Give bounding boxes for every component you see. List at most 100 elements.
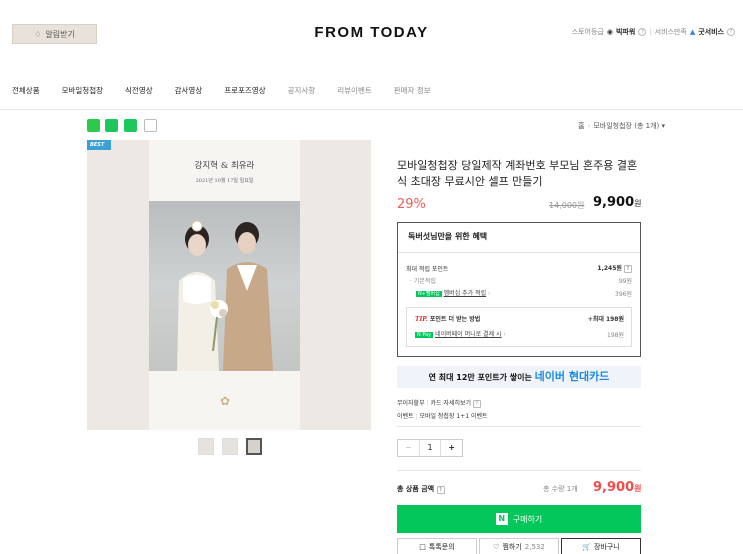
cart-icon: 🛒 [582, 543, 591, 551]
card-promo-highlight: 네이버 현대카드 [534, 370, 610, 383]
basic-points-label-text: 기본적립 [413, 278, 436, 285]
npay-points-value: 198원 [607, 332, 624, 339]
event-value[interactable]: 모바일 청첩장 1+1 이벤트 [419, 413, 487, 420]
max-points-label: 최대 적립 포인트 [406, 266, 449, 273]
nav-divider [0, 109, 743, 110]
basic-points-value: 99원 [618, 278, 632, 285]
event-row: 이벤트 | 모바일 청첩장 1+1 이벤트 [397, 413, 488, 420]
flower-icon: ✿ [220, 394, 231, 408]
chevron-down-icon[interactable]: ▾ [661, 122, 665, 130]
interest-free-label: 무이자할부 [397, 400, 425, 407]
cart-button[interactable]: 🛒 장바구니 [561, 538, 641, 554]
heart-icon: ♡ [493, 543, 500, 551]
discount-rate: 29% [397, 197, 426, 212]
wish-count: 2,532 [524, 543, 545, 551]
quantity-plus-button[interactable]: + [441, 440, 462, 456]
sale-price: 9,900원 [593, 195, 642, 210]
original-price: 14,000원 [549, 201, 585, 210]
store-grade-label: 스토어등급 [571, 28, 604, 36]
naver-pay-icon: N [495, 513, 508, 525]
service-value: 굿서비스 [698, 28, 724, 36]
quantity-stepper: − 1 + [397, 439, 463, 457]
section-divider [397, 426, 641, 427]
talk-share-icon[interactable] [87, 119, 100, 132]
blog-share-icon[interactable] [105, 119, 118, 132]
card-couple-names: 강지혁 & 최유라 [194, 161, 255, 171]
card-detail-link[interactable]: 카드 자세히보기 [430, 400, 471, 407]
help-icon[interactable]: ? [624, 265, 632, 273]
tip-title: TIP. 포인트 더 받는 방법 [415, 314, 480, 323]
thumbnail-strip [198, 438, 262, 455]
best-badge: BEST [87, 140, 111, 150]
buy-label: 구매하기 [512, 514, 543, 524]
wish-label: 찜하기 [502, 543, 522, 551]
benefit-title: 독버섯님만을 위한 혜택 [408, 232, 488, 241]
trophy-icon: ◉ [606, 28, 613, 36]
sale-price-value: 9,900 [593, 195, 635, 210]
thumbnail-2[interactable] [222, 438, 238, 455]
category-nav: 전체상품 모바일청첩장 식전영상 감사영상 프로포즈영상 공지사항 리뷰이벤트 … [12, 85, 453, 96]
talk-inquiry-button[interactable]: □ 톡톡문의 [397, 538, 477, 554]
nav-item-review-event[interactable]: 리뷰이벤트 [337, 85, 372, 96]
share-icon[interactable] [144, 119, 157, 132]
store-grade-value: 빅파워 [615, 28, 636, 36]
section-divider [397, 470, 641, 471]
thumbs-up-icon: ▲ [689, 28, 696, 36]
nav-item-seller-info[interactable]: 판매자 정보 [394, 85, 431, 96]
membership-points-value: 396원 [615, 291, 632, 298]
cart-label: 장바구니 [593, 543, 620, 551]
help-icon[interactable]: ? [727, 28, 735, 36]
thumbnail-3-selected[interactable] [246, 438, 262, 455]
nav-item-proposal-video[interactable]: 프로포즈영상 [224, 85, 265, 96]
npay-badge: N Pay [415, 332, 434, 338]
interest-free-row: 무이자할부 | 카드 자세히보기 ? [397, 398, 481, 408]
total-count: 총 수량 1개 [543, 485, 578, 493]
bookmark-icon[interactable] [124, 119, 137, 132]
tip-prefix: TIP. [415, 316, 428, 323]
card-promo-text[interactable]: 연 최대 12만 포인트가 쌓이는 네이버 현대카드 [397, 366, 641, 388]
help-icon[interactable]: ? [436, 486, 445, 494]
npay-points: N Pay 네이버페이 머니로 결제 시 › [415, 331, 506, 338]
store-grade-info: 스토어등급 ◉ 빅파워 ? | 서비스만족 ▲ 굿서비스 ? [572, 27, 735, 37]
card-date: 2021년 10월 17일 일요일 [195, 178, 254, 184]
buy-button[interactable]: N 구매하기 [397, 505, 641, 533]
card-promo-prefix: 연 최대 12만 포인트가 쌓이는 [428, 373, 532, 382]
total-price-value: 9,900 [593, 480, 635, 495]
nav-item-pre-ceremony-video[interactable]: 식전영상 [125, 85, 153, 96]
chat-icon: □ [419, 543, 426, 551]
max-points-amount: 1,245원 [597, 265, 622, 272]
breadcrumb-home[interactable]: 홈 [578, 122, 584, 130]
service-label: 서비스만족 [654, 28, 687, 36]
tip-label: 포인트 더 받는 방법 [429, 316, 481, 323]
total-label: 총 상품 금액 ? [397, 484, 445, 494]
couple-photo [149, 201, 300, 371]
thumbnail-1[interactable] [198, 438, 214, 455]
nav-item-mobile-invitation[interactable]: 모바일청첩장 [62, 85, 103, 96]
benefit-divider [398, 252, 640, 253]
breadcrumb-category[interactable]: 모바일청첩장 [593, 122, 632, 130]
wish-button[interactable]: ♡ 찜하기 2,532 [479, 538, 559, 554]
product-title: 모바일청첩장 당일제작 계좌번호 부모님 혼주용 결혼식 초대장 무료시안 셀프… [397, 159, 638, 188]
sale-price-currency: 원 [634, 199, 642, 208]
npay-link[interactable]: 네이버페이 머니로 결제 시 [435, 331, 501, 338]
tip-box [406, 307, 632, 347]
total-price-currency: 원 [634, 484, 642, 493]
tip-value: +최대 198원 [587, 316, 624, 323]
total-label-text: 총 상품 금액 [397, 485, 435, 493]
membership-badge: N+멤버십 [416, 291, 442, 297]
quantity-input[interactable]: 1 [418, 440, 442, 456]
total-price: 9,900원 [593, 480, 642, 495]
max-points-value: 1,245원 ? [560, 263, 632, 273]
basic-points-label: · 기본적립 [410, 278, 436, 285]
help-icon[interactable]: ? [638, 28, 647, 36]
nav-item-thanks-video[interactable]: 감사영상 [175, 85, 203, 96]
breadcrumb-count: (총 1개) [634, 122, 660, 130]
quantity-minus-button[interactable]: − [398, 440, 419, 456]
breadcrumb: 홈 › 모바일청첩장 (총 1개) ▾ [578, 122, 665, 130]
nav-item-notice[interactable]: 공지사항 [288, 85, 316, 96]
help-icon[interactable]: ? [472, 400, 481, 408]
nav-item-all[interactable]: 전체상품 [12, 85, 40, 96]
event-label: 이벤트 [397, 413, 414, 420]
membership-link[interactable]: 멤버십 추가 적립 [444, 290, 486, 297]
talk-inquiry-label: 톡톡문의 [428, 543, 455, 551]
